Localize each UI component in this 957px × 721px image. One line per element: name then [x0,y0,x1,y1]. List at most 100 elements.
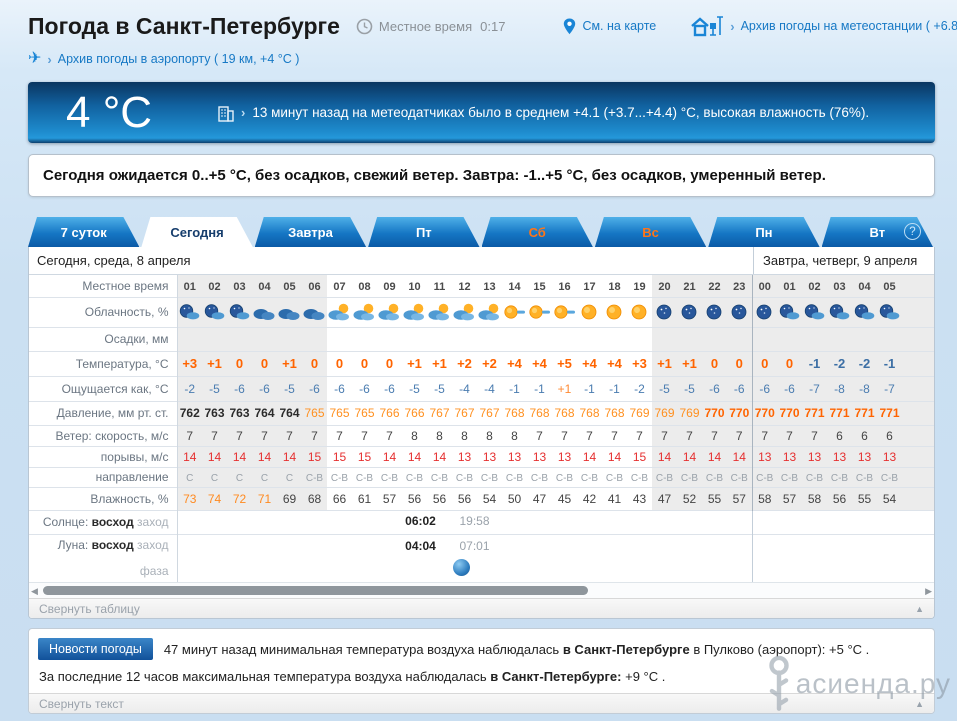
table-cell [877,326,902,351]
table-cell [377,326,402,351]
table-cell: +2 [452,350,477,376]
row-label-gusts: порывы, м/с [29,445,178,467]
table-cell: С-В [777,466,802,487]
table-cell: -4 [452,375,477,401]
table-cell: 7 [677,424,702,446]
sun-small-cloud-icon [529,305,550,319]
table-cell [477,296,502,327]
table-cell: 769 [652,400,677,425]
help-icon[interactable]: ? [904,223,921,240]
table-cell [902,275,934,297]
table-cell: 03 [227,275,252,297]
news-panel: Новости погоды 47 минут назад минимальна… [28,628,935,714]
table-cell: 7 [277,424,302,446]
table-cell: 14 [202,445,227,467]
scrollbar-thumb[interactable] [43,586,588,595]
table-cell: 66 [327,486,352,510]
table-cell [777,296,802,327]
table-cell: 770 [751,400,777,425]
table-cell: 770 [727,400,752,425]
table-cell: -6 [777,375,802,401]
table-cell: 05 [877,275,902,297]
tab-1[interactable]: Сегодня [141,217,252,247]
table-cell: 14 [277,445,302,467]
tab-4[interactable]: Сб [482,217,593,247]
row-label-direction: направление [29,466,178,487]
tab-label: Сегодня [170,224,224,240]
table-cell: 56 [402,486,427,510]
sensor-building-icon [218,105,234,122]
table-cell: 7 [777,424,802,446]
table-cell: 7 [227,424,252,446]
table-cell [202,326,227,351]
tab-5[interactable]: Вс [595,217,706,247]
table-cell: 43 [627,486,652,510]
table-cell: -2 [627,375,652,401]
table-cell: 00 [751,275,777,297]
table-cell: 767 [427,400,452,425]
table-cell: +2 [477,350,502,376]
forecast-summary: Сегодня ожидается 0..+5 °C, без осадков,… [28,154,935,197]
collapse-text-bar[interactable]: Свернуть текст ▲ [29,693,934,713]
horizontal-scrollbar[interactable]: ◀ ▶ [29,582,934,598]
table-cell [652,296,677,327]
row-label-temperature: Температура, °C [29,350,178,376]
table-cell [177,296,202,327]
table-cell: 765 [327,400,352,425]
table-cell: 767 [452,400,477,425]
clock-icon [356,18,373,34]
station-link[interactable]: › Архив погоды на метеостанции ( +6.8 °C… [690,15,957,37]
moon-cloud-icon [229,304,250,320]
moon-cloud-icon [829,304,850,320]
table-cell [552,296,577,327]
table-cell: 771 [802,400,827,425]
table-cell: С-В [502,466,527,487]
moon-cloud-icon [804,304,825,320]
tab-3[interactable]: Пт [368,217,479,247]
table-cell: 8 [477,424,502,446]
table-cell: 58 [751,486,777,510]
table-cell [902,296,934,327]
table-cell [877,296,902,327]
map-link[interactable]: См. на карте [563,18,656,35]
sun-icon [606,304,622,320]
current-temp: 4 °C [66,87,153,137]
table-cell [527,326,552,351]
news-badge[interactable]: Новости погоды [38,638,153,660]
scroll-right-icon[interactable]: ▶ [925,585,932,597]
table-cell: +1 [652,350,677,376]
weather-page: Погода в Санкт-Петербурге Местное время … [0,0,957,721]
table-cell: 7 [751,424,777,446]
tab-0[interactable]: 7 суток [28,217,139,247]
table-cell: +1 [277,350,302,376]
collapse-table-bar[interactable]: Свернуть таблицу ▲ [29,598,934,618]
table-cell: 8 [402,424,427,446]
table-cell [902,466,934,487]
tab-6[interactable]: Пн [708,217,819,247]
date-tomorrow: Завтра, четверг, 9 апреля [753,247,917,274]
pin-icon [564,18,576,34]
table-cell [827,326,852,351]
table-cell: -7 [802,375,827,401]
table-cell [827,296,852,327]
table-cell: С-В [477,466,502,487]
date-today: Сегодня, среда, 8 апреля [37,253,191,268]
airport-link[interactable]: ✈ › Архив погоды в аэропорту ( 19 км, +4… [28,51,299,67]
table-cell [727,296,752,327]
table-cell: С-В [677,466,702,487]
scroll-left-icon[interactable]: ◀ [31,585,38,597]
table-cell: -6 [252,375,277,401]
tab-2[interactable]: Завтра [255,217,366,247]
table-cell: 7 [627,424,652,446]
table-cell [202,296,227,327]
table-cell: 73 [177,486,202,510]
table-cell: 0 [777,350,802,376]
table-cell: 21 [677,275,702,297]
table-cell: -1 [602,375,627,401]
table-cell: С-В [527,466,552,487]
table-cell [727,326,752,351]
table-cell: С-В [352,466,377,487]
table-cell [427,326,452,351]
table-cell [452,296,477,327]
table-cell: +4 [527,350,552,376]
